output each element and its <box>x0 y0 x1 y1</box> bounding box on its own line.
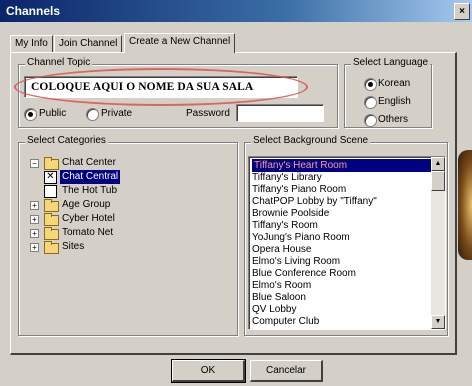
tree-item-label: Tomato Net <box>62 227 114 238</box>
language-korean-radio[interactable] <box>364 78 377 91</box>
tab-my-info[interactable]: My Info <box>10 35 53 52</box>
language-others-radio[interactable] <box>364 114 377 127</box>
folder-icon <box>44 213 59 226</box>
tab-join-channel[interactable]: Join Channel <box>54 35 123 52</box>
private-label: Private <box>101 108 133 119</box>
channel-topic-value: COLOQUE AQUI O NOME DA SUA SALA <box>31 81 254 93</box>
folder-icon <box>44 241 59 254</box>
public-radio[interactable] <box>24 108 37 121</box>
language-english-label: English <box>378 96 411 107</box>
tree-item-label: Cyber Hotel <box>62 213 115 224</box>
scroll-down-icon[interactable]: ▼ <box>431 315 445 329</box>
background-figure-edge <box>458 150 472 260</box>
folder-icon <box>44 199 59 212</box>
expand-icon[interactable]: + <box>30 201 39 210</box>
scroll-thumb[interactable] <box>431 171 445 191</box>
channel-topic-input[interactable]: COLOQUE AQUI O NOME DA SUA SALA <box>24 76 298 98</box>
checked-box-icon[interactable]: ✕ <box>44 171 57 184</box>
public-label: Public <box>39 108 67 119</box>
private-radio[interactable] <box>86 108 99 121</box>
expand-icon[interactable]: + <box>30 229 39 238</box>
ok-button[interactable]: OK <box>171 359 246 383</box>
close-icon[interactable]: × <box>454 3 470 20</box>
background-scene-legend: Select Background Scene <box>251 135 371 146</box>
folder-icon <box>44 157 59 170</box>
language-korean-label: Korean <box>378 78 411 89</box>
tree-item-label: Chat Center <box>62 157 116 168</box>
language-english-radio[interactable] <box>364 96 377 109</box>
categories-legend: Select Categories <box>25 135 108 146</box>
background-scene-list[interactable]: Tiffany's Heart Room Tiffany's Library Tif… <box>248 156 446 330</box>
title-bar: Channels × <box>0 0 472 22</box>
checkbox-icon[interactable] <box>44 185 57 198</box>
channel-topic-legend: Channel Topic <box>25 57 93 68</box>
password-label: Password <box>186 108 230 119</box>
collapse-icon[interactable]: − <box>30 159 39 168</box>
expand-icon[interactable]: + <box>30 215 39 224</box>
language-others-label: Others <box>378 114 409 125</box>
tree-item-label: Sites <box>62 241 85 252</box>
tab-create-channel[interactable]: Create a New Channel <box>124 33 236 53</box>
window-title: Channels <box>6 4 61 18</box>
language-legend: Select Language <box>351 57 431 68</box>
password-input[interactable] <box>236 104 324 122</box>
tree-item-label: Chat Central <box>60 170 121 184</box>
scroll-up-icon[interactable]: ▲ <box>431 157 445 171</box>
scrollbar[interactable]: ▲ ▼ <box>431 157 445 329</box>
tree-item-label: The Hot Tub <box>62 185 118 196</box>
folder-icon <box>44 227 59 240</box>
cancel-button[interactable]: Cancelar <box>250 360 323 382</box>
categories-tree[interactable]: − Chat Center ✕ Chat Central The Hot Tub… <box>30 154 230 274</box>
scene-list-item[interactable]: Computer Club <box>252 315 442 328</box>
expand-icon[interactable]: + <box>30 243 39 252</box>
tree-item-label: Age Group <box>62 199 111 210</box>
